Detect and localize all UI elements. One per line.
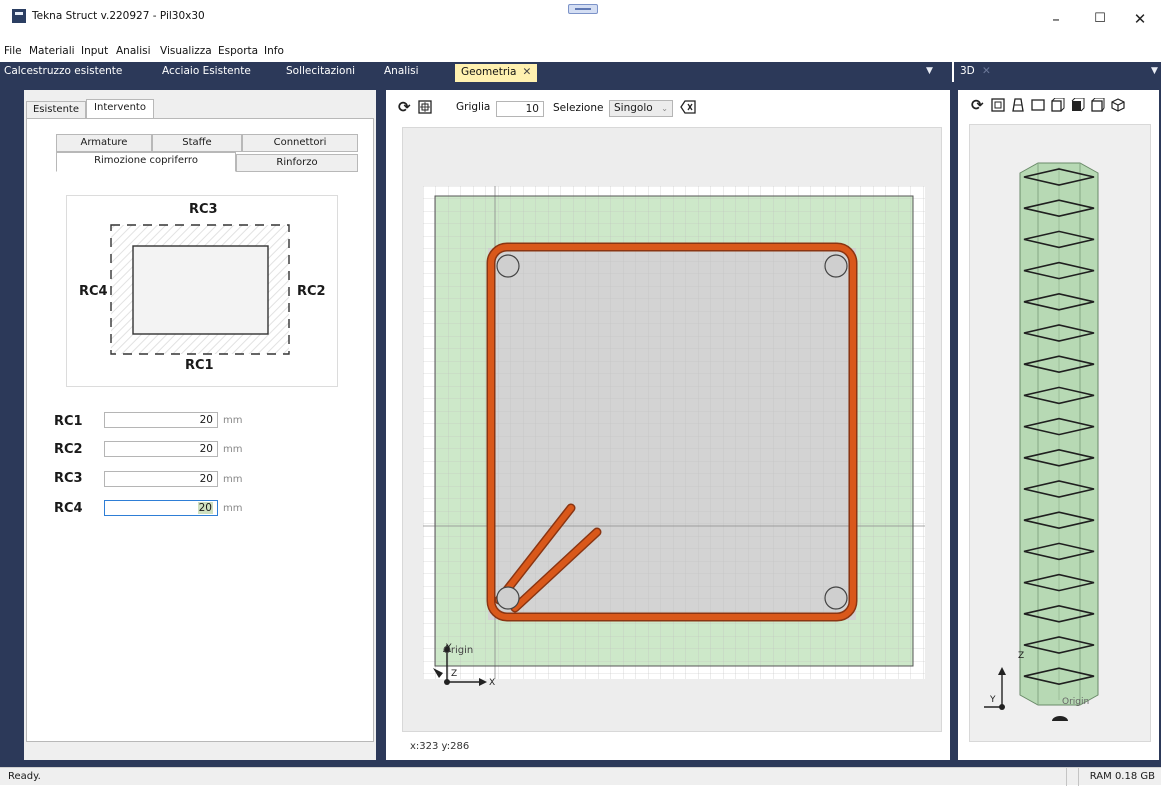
- diagram-label-top: RC3: [189, 202, 218, 217]
- close-3d-tab-icon[interactable]: ✕: [982, 65, 991, 77]
- menu-visualizza[interactable]: Visualizza: [160, 45, 212, 57]
- menu-esporta[interactable]: Esporta: [218, 45, 258, 57]
- diagram-label-bottom: RC1: [185, 358, 214, 373]
- view3d-origin-point: [999, 704, 1005, 710]
- tab-sollecitazioni[interactable]: Sollecitazioni: [286, 65, 355, 77]
- front-view-icon[interactable]: [1031, 98, 1045, 115]
- fit-view-icon[interactable]: [991, 98, 1005, 115]
- origin-x-arrow: [479, 678, 487, 686]
- clear-selection-icon[interactable]: [680, 100, 696, 117]
- title-bar: Tekna Struct v.220927 - Pil30x30 – ☐ ✕: [0, 0, 1161, 40]
- tab-3d[interactable]: 3D: [960, 65, 975, 77]
- perspective-icon[interactable]: [1011, 98, 1025, 115]
- geometry-drawing: Origin Y X Z: [423, 186, 925, 688]
- iso-view-icon[interactable]: [1111, 98, 1125, 115]
- tab-intervento[interactable]: Intervento: [86, 99, 154, 119]
- grid-label: Griglia: [456, 101, 491, 113]
- tab-staffe[interactable]: Staffe: [152, 134, 242, 152]
- view3d-camera-icon: [1052, 716, 1068, 721]
- rc2-input[interactable]: 20: [104, 441, 218, 457]
- tab-rinforzo[interactable]: Rinforzo: [236, 154, 358, 172]
- rc3-input[interactable]: 20: [104, 471, 218, 487]
- geometry-canvas[interactable]: Origin Y X Z: [402, 127, 942, 732]
- view3d-origin-label: Origin: [1062, 697, 1090, 707]
- reduced-section-outline: [132, 245, 269, 335]
- cover-removal-diagram: RC3 RC2 RC1 RC4: [66, 195, 338, 387]
- menu-file[interactable]: File: [4, 45, 22, 57]
- rc4-input[interactable]: 20: [104, 500, 218, 516]
- selection-mode-select[interactable]: Singolo ⌄: [609, 100, 673, 117]
- rc1-input[interactable]: 20: [104, 412, 218, 428]
- ram-usage: RAM 0.18 GB: [1089, 771, 1155, 782]
- top-view-icon[interactable]: [1071, 97, 1085, 115]
- rc4-input-value: 20: [197, 502, 213, 514]
- view3d-z-arrow: [998, 667, 1006, 675]
- rc3-unit: mm: [223, 474, 243, 485]
- rc1-unit: mm: [223, 415, 243, 426]
- tab-analisi[interactable]: Analisi: [384, 65, 419, 77]
- rc4-label: RC4: [54, 501, 83, 516]
- refresh-icon[interactable]: ⟳: [971, 97, 984, 113]
- status-separator: [1066, 768, 1067, 786]
- view3d-axis-y-label: Y: [990, 695, 996, 705]
- menu-bar: File Materiali Input Analisi Visualizza …: [0, 44, 1161, 60]
- tab-geometria[interactable]: Geometria ✕: [455, 64, 538, 82]
- cursor-coordinates: x:323 y:286: [410, 741, 470, 752]
- app-icon: [12, 9, 26, 23]
- status-bar: Ready. RAM 0.18 GB: [0, 767, 1161, 786]
- refresh-icon[interactable]: ⟳: [398, 99, 411, 115]
- view-tab-list-dropdown-icon[interactable]: ▼: [1151, 66, 1158, 76]
- tab-connettori[interactable]: Connettori: [242, 134, 358, 152]
- status-separator: [1078, 768, 1079, 786]
- selection-mode-value: Singolo: [614, 102, 653, 114]
- tab-calcestruzzo-esistente[interactable]: Calcestruzzo esistente: [4, 65, 122, 77]
- rebar-bottom-left[interactable]: [496, 586, 520, 610]
- menu-info[interactable]: Info: [264, 45, 284, 57]
- rc3-label: RC3: [54, 471, 83, 486]
- tab-geometria-label: Geometria: [461, 66, 517, 78]
- axis-z-label: Z: [451, 669, 457, 679]
- window-title: Tekna Struct v.220927 - Pil30x30: [32, 10, 205, 22]
- tab-list-dropdown-icon[interactable]: ▼: [926, 66, 933, 76]
- axis-y-label: Y: [445, 643, 452, 653]
- rc4-unit: mm: [223, 503, 243, 514]
- maximize-button[interactable]: ☐: [1080, 6, 1120, 32]
- close-tab-icon[interactable]: ✕: [523, 66, 532, 78]
- minimize-button[interactable]: –: [1036, 6, 1076, 32]
- chevron-down-icon: ⌄: [661, 104, 668, 113]
- menu-analisi[interactable]: Analisi: [116, 45, 151, 57]
- rc2-unit: mm: [223, 444, 243, 455]
- rc1-label: RC1: [54, 414, 83, 429]
- rc2-label: RC2: [54, 442, 83, 457]
- side-view-icon[interactable]: [1051, 97, 1065, 115]
- grid-size-input[interactable]: 10: [496, 101, 544, 117]
- rebar-top-left[interactable]: [496, 254, 520, 278]
- tab-acciaio-esistente[interactable]: Acciaio Esistente: [162, 65, 251, 77]
- tab-armature[interactable]: Armature: [56, 134, 152, 152]
- view3d-canvas[interactable]: Z Y Origin: [969, 124, 1151, 742]
- fit-view-icon[interactable]: [418, 100, 432, 117]
- diagram-label-right: RC2: [297, 284, 326, 299]
- close-button[interactable]: ✕: [1120, 6, 1160, 32]
- tab-rimozione-copriferro[interactable]: Rimozione copriferro: [56, 152, 236, 172]
- view3d-toolbar: ⟳: [965, 95, 1157, 115]
- tab-esistente[interactable]: Esistente: [26, 101, 86, 119]
- menu-input[interactable]: Input: [81, 45, 108, 57]
- selection-label: Selezione: [553, 102, 604, 114]
- drag-handle[interactable]: [568, 4, 598, 14]
- origin-point: [444, 679, 450, 685]
- diagram-label-left: RC4: [79, 284, 108, 299]
- view-tab-strip: 3D ✕ ▼: [954, 62, 1161, 82]
- document-tab-strip: Calcestruzzo esistente Acciaio Esistente…: [0, 62, 952, 82]
- menu-materiali[interactable]: Materiali: [29, 45, 75, 57]
- column-3d-drawing: [984, 162, 1099, 721]
- axis-x-label: X: [489, 678, 495, 688]
- status-text: Ready.: [8, 771, 41, 782]
- wireframe-icon[interactable]: [1091, 97, 1105, 115]
- view3d-axis-z-label: Z: [1018, 651, 1025, 661]
- rebar-bottom-right[interactable]: [824, 586, 848, 610]
- rebar-top-right[interactable]: [824, 254, 848, 278]
